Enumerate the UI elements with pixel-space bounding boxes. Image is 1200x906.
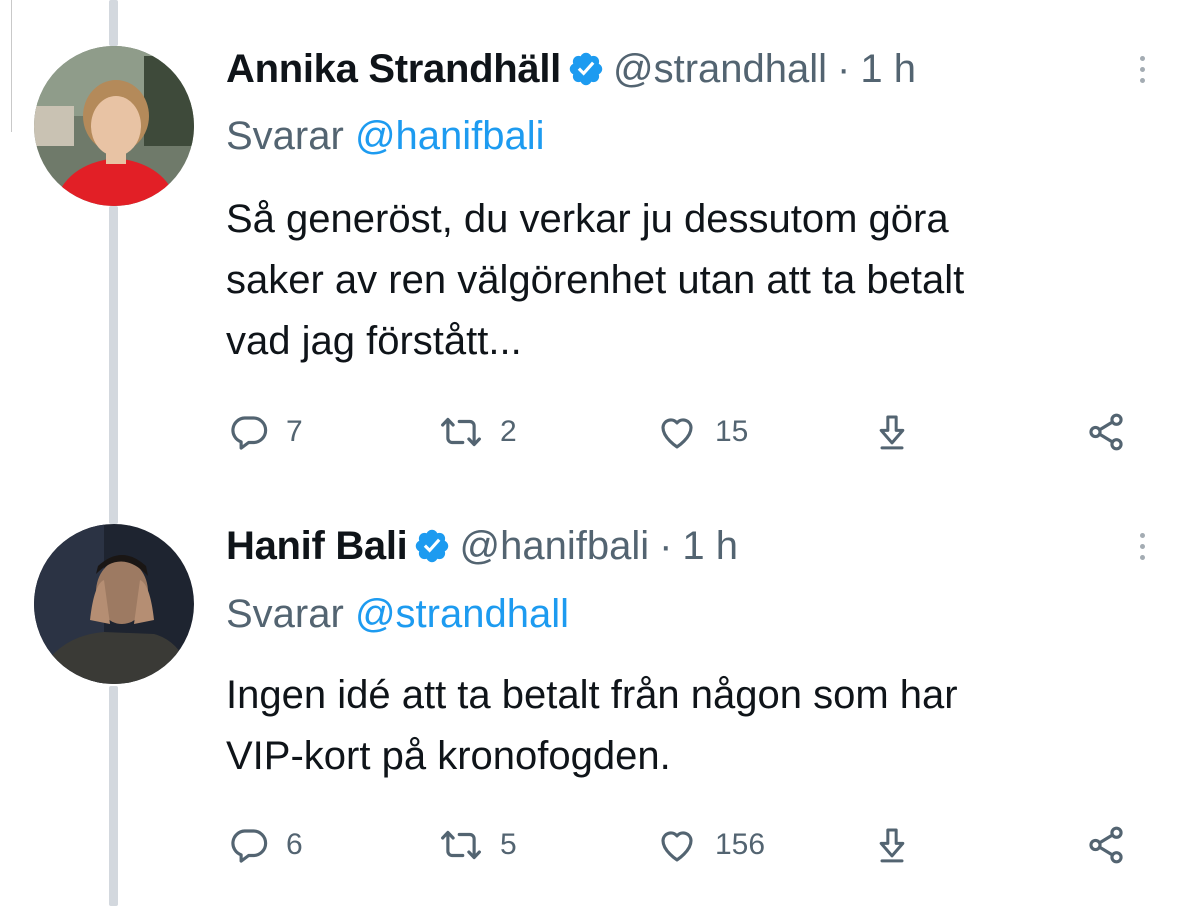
- replying-prefix: Svarar: [226, 592, 344, 636]
- share-button[interactable]: [1084, 407, 1128, 457]
- avatar-photo: [34, 46, 194, 206]
- tweet-text: Ingen idé att ta betalt från någon som h…: [226, 665, 1176, 787]
- retweet-button[interactable]: 2: [438, 407, 517, 457]
- tweet-header: Hanif Bali @hanifbali · 1 h: [226, 521, 738, 571]
- author-handle[interactable]: @hanifbali: [459, 524, 649, 569]
- heart-icon: [661, 418, 693, 449]
- retweet-count: 2: [500, 415, 517, 448]
- download-arrow-icon: [879, 828, 905, 863]
- tweet[interactable]: Annika Strandhäll @strandhall · 1 h Svar…: [0, 0, 1200, 500]
- tweet-actions: 7 2 15: [0, 407, 1200, 457]
- heart-icon: [661, 831, 693, 862]
- share-button[interactable]: [1084, 820, 1128, 870]
- share-icon: [1089, 413, 1123, 451]
- download-arrow-icon: [879, 415, 905, 450]
- avatar[interactable]: [34, 46, 194, 206]
- reply-button[interactable]: 6: [228, 820, 303, 870]
- tweet-text-line: Ingen idé att ta betalt från någon som h…: [226, 673, 958, 717]
- tweet-actions: 6 5 156: [0, 820, 1200, 870]
- tweet-text: Så generöst, du verkar ju dessutom göra …: [226, 189, 1176, 372]
- reply-bubble-icon: [231, 416, 268, 450]
- more-vertical-icon[interactable]: [1130, 521, 1154, 571]
- tweet-text-line: VIP-kort på kronofogden.: [226, 734, 671, 778]
- share-icon: [1089, 826, 1123, 864]
- tweet-timestamp[interactable]: 1 h: [860, 47, 916, 92]
- tweet-text-line: saker av ren välgörenhet utan att ta bet…: [226, 258, 965, 302]
- like-count: 15: [715, 415, 749, 448]
- retweet-icon: [441, 417, 481, 447]
- tweet-text-line: vad jag förstått...: [226, 319, 522, 363]
- mention-link[interactable]: @hanifbali: [355, 114, 545, 158]
- verified-badge-icon: [413, 527, 451, 565]
- download-button[interactable]: [872, 820, 912, 870]
- author-name[interactable]: Hanif Bali: [226, 524, 408, 569]
- like-button[interactable]: 15: [655, 407, 748, 457]
- avatar-photo: [34, 524, 194, 684]
- retweet-button[interactable]: 5: [438, 820, 517, 870]
- like-button[interactable]: 156: [655, 820, 765, 870]
- replying-to: Svarar @hanifbali: [226, 114, 545, 159]
- verified-badge-icon: [567, 50, 605, 88]
- reply-bubble-icon: [231, 829, 268, 863]
- download-button[interactable]: [872, 407, 912, 457]
- retweet-icon: [441, 830, 481, 860]
- tweet-timestamp[interactable]: 1 h: [682, 524, 738, 569]
- replying-prefix: Svarar: [226, 114, 344, 158]
- reply-count: 6: [286, 828, 303, 861]
- reply-button[interactable]: 7: [228, 407, 303, 457]
- avatar[interactable]: [34, 524, 194, 684]
- author-handle[interactable]: @strandhall: [613, 47, 827, 92]
- mention-link[interactable]: @strandhall: [355, 592, 569, 636]
- reply-count: 7: [286, 415, 303, 448]
- separator-dot: ·: [659, 523, 673, 568]
- like-count: 156: [715, 828, 766, 861]
- author-name[interactable]: Annika Strandhäll: [226, 47, 561, 92]
- tweet-text-line: Så generöst, du verkar ju dessutom göra: [226, 197, 949, 241]
- separator-dot: ·: [837, 46, 851, 91]
- tweet[interactable]: Hanif Bali @hanifbali · 1 h Svarar @stra…: [0, 500, 1200, 906]
- tweet-header: Annika Strandhäll @strandhall · 1 h: [226, 44, 916, 94]
- retweet-count: 5: [500, 828, 517, 861]
- replying-to: Svarar @strandhall: [226, 592, 569, 637]
- more-vertical-icon[interactable]: [1130, 44, 1154, 94]
